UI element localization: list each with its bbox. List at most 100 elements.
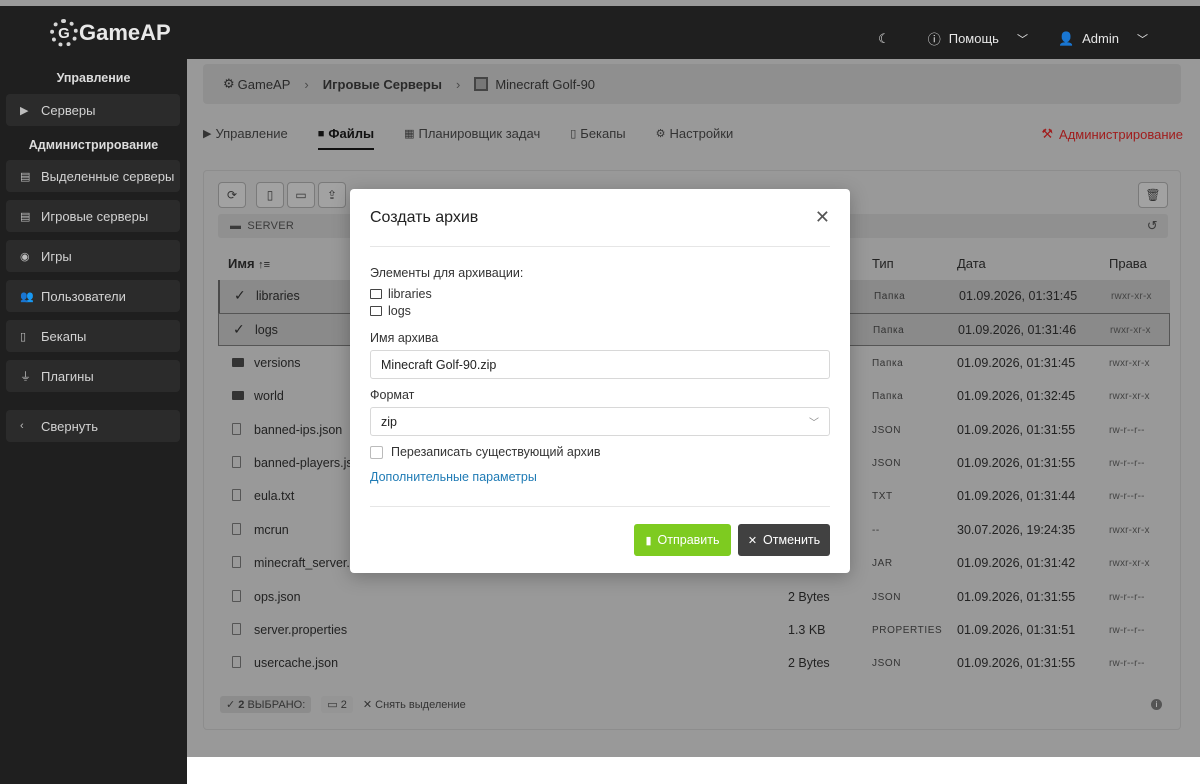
overwrite-checkbox[interactable]: Перезаписать существующий архив [370,445,601,459]
checkbox-box[interactable] [370,445,383,459]
gears-icon: ⚙ [655,128,666,140]
sidebar-item-users[interactable]: 👥 Пользователи [6,280,180,312]
archive-name-input[interactable] [370,350,830,379]
current-path[interactable]: SERVER [247,220,294,232]
file-perms: rwxr-xr-x [1109,558,1150,570]
folder-icon: ▭ [295,188,307,202]
user-icon: 👤 [1057,30,1075,46]
tab-administration[interactable]: ⚒ Администрирование [1041,126,1183,142]
file-perms: rw-r--r-- [1109,625,1145,636]
chevron-down-icon: ﹀ [1137,33,1148,46]
file-perms: rwxr-xr-x [1109,357,1150,369]
file-perms: rwxr-xr-x [1109,524,1150,536]
file-row[interactable]: server.properties 1.3 KB PROPERTIES 01.09.2… [218,614,1170,647]
hdd-icon: ▬ [230,220,242,232]
sidebar-section-admin: Администрирование [28,138,159,152]
sidebar-collapse-button[interactable]: ‹ Свернуть [6,410,180,442]
tab-scheduler[interactable]: ▦ Планировщик задач [404,118,540,141]
theme-toggle[interactable]: ☾ [878,31,898,47]
close-icon[interactable]: ✕ [815,207,830,228]
refresh-button[interactable]: ⟳ [218,182,246,208]
folder-icon [370,289,382,299]
folder-count-badge: ▭ 2 [321,695,353,713]
close-icon: ✕ [747,534,758,547]
new-folder-button[interactable]: ▭ [287,182,315,208]
user-menu[interactable]: 👤 Admin ﹀ [1058,31,1148,47]
tab-settings[interactable]: ⚙ Настройки [656,118,734,141]
file-name: logs [255,323,278,338]
sidebar-item-label: Плагины [41,368,94,384]
breadcrumb-home[interactable]: ⚙ GameAP [223,76,290,92]
file-date: 01.09.2026, 01:31:55 [957,422,1076,437]
file-size: 2 Bytes [788,656,830,671]
file-icon [232,522,244,538]
file-type: TXT [872,491,893,503]
file-name: world [254,389,284,404]
sort-icon: ↑≡ [258,259,271,271]
column-perms[interactable]: Права [1109,256,1147,271]
sidebar-item-servers[interactable]: ▶ Серверы [6,94,180,126]
file-perms: rwxr-xr-x [1110,325,1151,337]
tab-backups[interactable]: ▯ Бекапы [570,118,625,141]
sidebar-item-games[interactable]: ◉ Игры [6,240,180,272]
cancel-button[interactable]: ✕ Отменить [738,524,830,556]
upload-button[interactable]: ⇪ [318,182,346,208]
clear-selection-button[interactable]: ✕ Снять выделение [363,698,466,711]
calendar-icon: ▦ [404,128,415,140]
file-icon [232,422,244,438]
gear-logo-icon: ⚙ [223,76,235,91]
file-date: 01.09.2026, 01:31:51 [957,623,1076,637]
info-icon[interactable]: i [1151,699,1162,710]
file-type: JSON [872,424,902,436]
moon-icon: ☾ [878,30,890,46]
sidebar-item-label: Игры [41,248,72,264]
file-name: usercache.json [254,656,339,671]
file-date: 01.09.2026, 01:31:45 [957,355,1076,370]
file-date: 01.09.2026, 01:32:45 [957,389,1076,404]
file-name: libraries [256,289,300,303]
new-file-button[interactable]: ▯ [256,182,284,208]
column-name[interactable]: Имя ↑≡ [228,256,270,271]
file-icon: ▯ [266,188,274,202]
history-icon[interactable]: ↺ [1147,218,1158,234]
sidebar-item-game-servers[interactable]: ▤ Игровые серверы [6,200,180,232]
archive-name-label: Имя архива [370,331,439,345]
delete-button[interactable]: 🗑 [1138,182,1168,208]
users-icon: 👥 [20,290,34,303]
sidebar-item-label: Игровые серверы [41,208,149,224]
file-perms: rw-r--r-- [1109,491,1145,503]
file-date: 01.09.2026, 01:31:42 [957,556,1076,571]
tab-files[interactable]: ■ Файлы [317,118,375,150]
help-menu[interactable]: ⓘ Помощь ﹀ [928,29,1028,48]
refresh-icon: ⟳ [226,188,238,202]
chevron-down-icon: ﹀ [1016,33,1028,46]
server-icon: ▤ [20,170,31,183]
file-name: banned-players.js [254,456,353,470]
selected-badge: ✓ 2 ВЫБРАНО: [220,695,312,713]
file-row[interactable]: ops.json 2 Bytes JSON 01.09.2026, 01:31:55 r… [218,581,1170,614]
sidebar-item-plugins[interactable]: ⏚ Плагины [6,360,180,392]
hammer-icon: ⚒ [1041,126,1054,141]
file-row[interactable]: usercache.json 2 Bytes JSON 01.09.2026, 01:… [218,647,1170,680]
file-name: eula.txt [254,489,295,504]
file-type: Папка [872,357,904,369]
column-type[interactable]: Тип [872,256,894,271]
gamepad-icon: ◉ [20,250,30,263]
tab-control[interactable]: ▶ Управление [203,118,288,141]
sidebar-item-dedicated-servers[interactable]: ▤ Выделенные серверы [6,160,180,192]
file-name: minecraft_server. [254,556,350,571]
file-perms: rw-r--r-- [1109,458,1145,469]
sidebar-item-label: Бекапы [41,328,87,344]
divider [370,246,830,247]
sidebar-item-label: Серверы [41,102,96,118]
sidebar-item-backups[interactable]: ▯ Бекапы [6,320,180,352]
column-date[interactable]: Дата [957,256,986,271]
check-icon: ✓ [233,321,245,338]
breadcrumb-game-servers[interactable]: Игровые Серверы [323,77,442,92]
format-select[interactable]: zip ﹀ [370,407,830,436]
submit-button[interactable]: ▮ Отправить [634,524,731,556]
logo[interactable]: G GameAP [50,16,171,50]
elements-label: Элементы для архивации: [370,266,524,280]
advanced-options-link[interactable]: Дополнительные параметры [370,470,537,484]
help-label: Помощь [948,31,999,46]
